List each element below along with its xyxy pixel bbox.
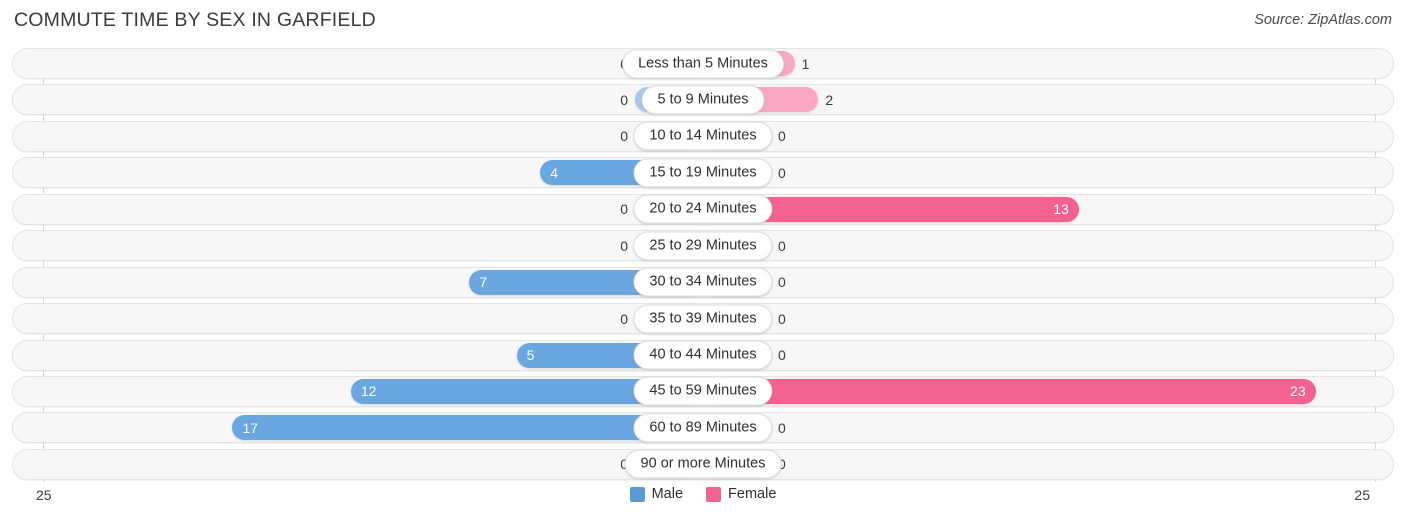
male-half: 17 <box>43 415 703 441</box>
male-half: 7 <box>43 269 703 295</box>
category-label: 25 to 29 Minutes <box>633 231 773 261</box>
female-value-label: 23 <box>1290 383 1306 400</box>
category-label: 60 to 89 Minutes <box>633 413 773 443</box>
category-label: Less than 5 Minutes <box>622 49 784 78</box>
legend-item-female[interactable]: Female <box>706 486 776 502</box>
female-half: 0 <box>703 123 1375 149</box>
male-value-label: 17 <box>242 419 259 436</box>
female-value-label: 2 <box>825 91 834 108</box>
male-half: 0 <box>43 123 703 149</box>
chart-row: 0 0 35 to 39 Minutes <box>12 303 1394 335</box>
category-label: 15 to 19 Minutes <box>633 158 773 188</box>
male-half: 0 <box>43 51 703 76</box>
female-half: 13 <box>703 196 1375 222</box>
male-value-label: 0 <box>620 237 628 254</box>
chart-row: 0 0 25 to 29 Minutes <box>12 230 1394 262</box>
category-label: 35 to 39 Minutes <box>633 304 773 334</box>
female-value-label: 0 <box>778 274 786 291</box>
chart-row: 0 1 Less than 5 Minutes <box>12 48 1394 79</box>
female-value-label: 0 <box>778 128 786 145</box>
chart-rows: 01Less than 5 Minutes025 to 9 Minutes001… <box>12 48 1394 482</box>
chart-row: 0 13 20 to 24 Minutes <box>12 193 1394 225</box>
male-half: 0 <box>43 87 703 113</box>
female-half: 0 <box>703 342 1375 368</box>
chart-row: 12 23 45 to 59 Minutes <box>12 375 1394 407</box>
chart-row: 0090 or more Minutes <box>12 448 1394 480</box>
male-half: 5 <box>43 342 703 368</box>
female-half: 0 <box>703 269 1375 295</box>
chart-row: 4 0 15 to 19 Minutes <box>12 157 1394 189</box>
category-label: 45 to 59 Minutes <box>633 376 773 406</box>
source-attribution: Source: ZipAtlas.com <box>1254 12 1392 28</box>
chart-page: COMMUTE TIME BY SEX IN GARFIELD Source: … <box>0 0 1406 522</box>
male-half: 4 <box>43 160 703 186</box>
female-half: 2 <box>703 87 1375 113</box>
female-half: 0 <box>703 451 1375 477</box>
male-half: 0 <box>43 233 703 259</box>
male-half: 0 <box>43 196 703 222</box>
female-half: 0 <box>703 233 1375 259</box>
female-half: 0 <box>703 160 1375 186</box>
chart-row: 5 0 40 to 44 Minutes <box>12 339 1394 371</box>
male-value-label: 7 <box>479 274 488 291</box>
female-value-label: 0 <box>778 310 786 327</box>
female-half: 0 <box>703 306 1375 332</box>
female-value-label: 0 <box>778 237 786 254</box>
female-value-label: 13 <box>1053 201 1069 218</box>
legend-label: Female <box>728 486 777 502</box>
chart-legend: Male Female <box>0 486 1406 502</box>
category-label: 5 to 9 Minutes <box>641 85 765 115</box>
female-value-label: 1 <box>801 55 810 72</box>
female-half: 23 <box>703 378 1375 404</box>
category-label: 40 to 44 Minutes <box>633 340 773 370</box>
chart-row: 17 0 60 to 89 Minutes <box>12 412 1394 444</box>
male-value-label: 0 <box>620 91 628 108</box>
category-label: 20 to 24 Minutes <box>633 194 773 224</box>
male-half: 12 <box>43 378 703 404</box>
male-half: 0 <box>43 451 703 477</box>
legend-swatch-icon <box>706 486 722 502</box>
male-half: 0 <box>43 306 703 332</box>
male-value-label: 0 <box>620 310 628 327</box>
legend-item-male[interactable]: Male <box>629 486 684 502</box>
male-value-label: 5 <box>526 347 535 363</box>
female-value-label: 0 <box>778 347 786 363</box>
male-value-label: 12 <box>360 383 377 400</box>
male-value-label: 4 <box>550 164 559 181</box>
category-label: 90 or more Minutes <box>624 449 782 479</box>
male-value-label: 0 <box>620 128 628 145</box>
chart-plot-area: 01Less than 5 Minutes025 to 9 Minutes001… <box>12 48 1394 482</box>
category-label: 30 to 34 Minutes <box>633 267 773 297</box>
female-value-label: 0 <box>778 164 786 181</box>
female-half: 1 <box>703 51 1375 76</box>
legend-label: Male <box>651 486 684 502</box>
chart-row: 0 0 10 to 14 Minutes <box>12 120 1394 152</box>
female-half: 0 <box>703 415 1375 441</box>
female-bar[interactable]: 23 <box>703 378 1316 404</box>
female-value-label: 0 <box>778 419 786 436</box>
chart-row: 0 2 5 to 9 Minutes <box>12 84 1394 116</box>
category-label: 10 to 14 Minutes <box>633 121 773 151</box>
legend-swatch-icon <box>629 486 645 502</box>
chart-row: 7 0 30 to 34 Minutes <box>12 266 1394 298</box>
page-title: COMMUTE TIME BY SEX IN GARFIELD <box>14 9 376 31</box>
male-value-label: 0 <box>620 201 628 218</box>
